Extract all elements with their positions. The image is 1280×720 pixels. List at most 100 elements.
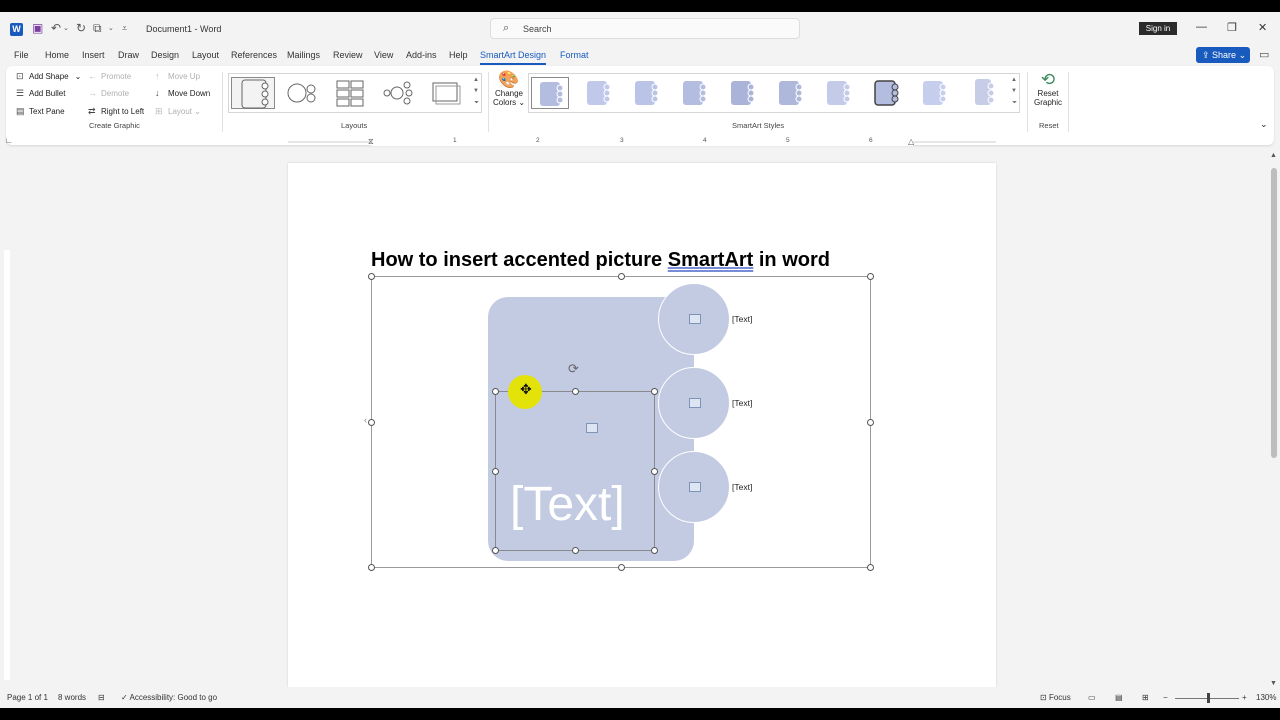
tab-help[interactable]: Help xyxy=(449,50,468,60)
frame-resize-handle[interactable] xyxy=(618,273,625,280)
accessibility-status[interactable]: ✓ Accessibility: Good to go xyxy=(121,693,217,702)
move-up-button[interactable]: ↑ Move Up xyxy=(155,71,200,81)
style-thumb-4[interactable] xyxy=(675,77,713,109)
frame-resize-handle[interactable] xyxy=(618,564,625,571)
zoom-slider-thumb[interactable] xyxy=(1207,693,1210,703)
document-heading[interactable]: How to insert accented picture SmartArt … xyxy=(371,249,830,272)
zoom-out-icon[interactable]: − xyxy=(1163,693,1168,702)
smartart-picture-circle-2[interactable] xyxy=(658,367,730,439)
frame-resize-handle[interactable] xyxy=(368,419,375,426)
resize-handle[interactable] xyxy=(651,468,658,475)
scroll-up-icon[interactable]: ▲ xyxy=(1270,152,1277,159)
styles-more-icon[interactable]: ⏷ xyxy=(1012,100,1017,107)
picture-placeholder-icon[interactable] xyxy=(586,423,598,433)
save-icon[interactable]: ▣ xyxy=(32,21,43,35)
layout-thumb-picture-frame[interactable] xyxy=(425,77,469,109)
resize-handle[interactable] xyxy=(492,468,499,475)
touch-dropdown-icon[interactable]: ⌄ xyxy=(108,24,114,32)
restore-icon[interactable]: ❐ xyxy=(1227,21,1237,34)
tab-view[interactable]: View xyxy=(374,50,393,60)
tab-home[interactable]: Home xyxy=(45,50,69,60)
demote-button[interactable]: → Demote xyxy=(88,88,129,98)
resize-handle[interactable] xyxy=(651,547,658,554)
resize-handle[interactable] xyxy=(572,388,579,395)
styles-scroll-up-icon[interactable]: ▲ xyxy=(1011,77,1017,83)
undo-icon[interactable]: ↶ xyxy=(51,21,61,35)
print-layout-icon[interactable]: ▤ xyxy=(1115,693,1123,702)
frame-resize-handle[interactable] xyxy=(867,419,874,426)
style-thumb-2[interactable] xyxy=(579,77,617,109)
picture-placeholder-icon[interactable] xyxy=(689,482,701,492)
tab-layout[interactable]: Layout xyxy=(192,50,219,60)
gallery-scroll-up-icon[interactable]: ▲ xyxy=(473,77,479,83)
collapse-ribbon-icon[interactable]: ⌄ xyxy=(1260,119,1268,130)
add-shape-button[interactable]: ⊡ Add Shape ⌄ xyxy=(16,71,81,82)
layout-thumb-radial[interactable] xyxy=(377,77,421,109)
share-button[interactable]: ⇪ Share ⌄ xyxy=(1196,47,1250,63)
undo-dropdown-icon[interactable]: ⌄ xyxy=(63,24,69,32)
tab-file[interactable]: File xyxy=(14,50,29,60)
search-box[interactable]: ⌕ Search xyxy=(490,18,800,39)
ruler-right-indent-marker[interactable]: △ xyxy=(908,137,914,146)
focus-button[interactable]: ⊡ Focus xyxy=(1040,693,1071,702)
proofing-icon[interactable]: ⊟ xyxy=(98,693,105,702)
resize-handle[interactable] xyxy=(651,388,658,395)
gallery-scroll-down-icon[interactable]: ▼ xyxy=(473,88,479,94)
tab-add-ins[interactable]: Add-ins xyxy=(406,50,437,60)
smartart-side-text-2[interactable]: [Text] xyxy=(732,398,752,408)
tab-references[interactable]: References xyxy=(231,50,277,60)
picture-placeholder-icon[interactable] xyxy=(689,398,701,408)
right-to-left-button[interactable]: ⇄ Right to Left xyxy=(88,106,144,117)
tab-design[interactable]: Design xyxy=(151,50,179,60)
minimize-icon[interactable]: — xyxy=(1196,21,1207,33)
vertical-ruler[interactable] xyxy=(0,152,14,692)
style-thumb-7[interactable] xyxy=(819,77,857,109)
reset-graphic-button[interactable]: ⟲ Reset Graphic xyxy=(1031,71,1065,108)
smartart-side-text-3[interactable]: [Text] xyxy=(732,482,752,492)
document-page[interactable]: How to insert accented picture SmartArt … xyxy=(288,163,996,703)
style-thumb-3[interactable] xyxy=(627,77,665,109)
layout-thumb-grid[interactable] xyxy=(329,77,373,109)
style-thumb-8[interactable] xyxy=(867,77,905,109)
tab-insert[interactable]: Insert xyxy=(82,50,105,60)
frame-resize-handle[interactable] xyxy=(867,273,874,280)
web-layout-icon[interactable]: ⊞ xyxy=(1142,693,1149,702)
customize-toolbar-icon[interactable]: ⩡ xyxy=(122,23,127,34)
gallery-more-icon[interactable]: ⏷ xyxy=(474,100,479,107)
resize-handle[interactable] xyxy=(492,388,499,395)
resize-handle[interactable] xyxy=(572,547,579,554)
tab-format[interactable]: Format xyxy=(560,50,589,60)
smartart-side-text-1[interactable]: [Text] xyxy=(732,314,752,324)
text-pane-button[interactable]: ▤ Text Pane xyxy=(16,106,65,117)
redo-icon[interactable]: ↻ xyxy=(76,21,86,35)
smartart-picture-circle-3[interactable] xyxy=(658,451,730,523)
close-icon[interactable]: ✕ xyxy=(1258,21,1267,34)
tab-mailings[interactable]: Mailings xyxy=(287,50,320,60)
tab-draw[interactable]: Draw xyxy=(118,50,139,60)
style-thumb-9[interactable] xyxy=(915,77,953,109)
tab-smartart-design[interactable]: SmartArt Design xyxy=(480,50,547,65)
frame-resize-handle[interactable] xyxy=(368,564,375,571)
tab-review[interactable]: Review xyxy=(333,50,363,60)
style-thumb-1[interactable] xyxy=(531,77,569,109)
zoom-level[interactable]: 130% xyxy=(1256,693,1276,702)
text-pane-toggle-icon[interactable]: ‹ xyxy=(364,415,367,425)
smartart-picture-circle-1[interactable] xyxy=(658,283,730,355)
vertical-scrollbar[interactable]: ▲ ▼ xyxy=(1268,152,1280,700)
read-mode-icon[interactable]: ▭ xyxy=(1088,693,1096,702)
add-bullet-button[interactable]: ☰ Add Bullet xyxy=(16,88,65,99)
picture-placeholder-icon[interactable] xyxy=(689,314,701,324)
move-down-button[interactable]: ↓ Move Down xyxy=(155,88,210,98)
smartart-selected-picture-box[interactable]: [Text] xyxy=(492,388,658,554)
rotate-handle-icon[interactable]: ⟳ xyxy=(568,361,579,377)
style-thumb-10[interactable] xyxy=(963,77,1001,109)
style-thumb-5[interactable] xyxy=(723,77,761,109)
comments-icon[interactable]: ▭ xyxy=(1259,48,1269,61)
touch-mode-icon[interactable]: ⧉ xyxy=(93,21,102,36)
scrollbar-thumb[interactable] xyxy=(1271,168,1277,458)
zoom-in-icon[interactable]: + xyxy=(1242,693,1247,702)
word-count[interactable]: 8 words xyxy=(58,693,86,702)
resize-handle[interactable] xyxy=(492,547,499,554)
layout-thumb-circles[interactable] xyxy=(281,77,325,109)
smartart-main-text[interactable]: [Text] xyxy=(510,477,625,532)
